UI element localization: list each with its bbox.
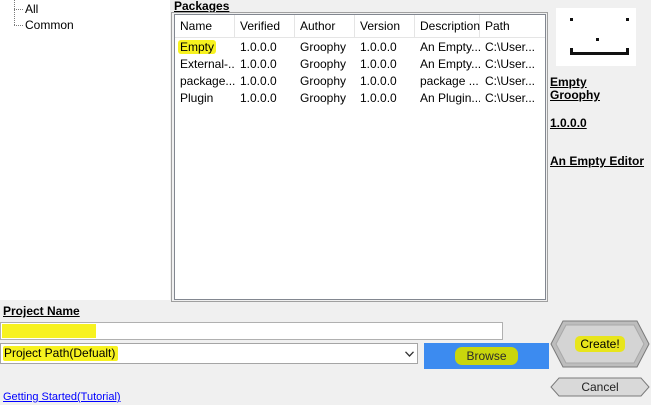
row-version: 1.0.0.0 (360, 57, 397, 71)
row-path: C:\User... (485, 57, 536, 71)
row-path: C:\User... (485, 91, 536, 105)
project-path-value: Project Path(Defualt) (3, 346, 119, 361)
tree-item-label: All (25, 2, 39, 16)
chevron-down-icon[interactable] (402, 344, 417, 363)
row-verified: 1.0.0.0 (240, 57, 277, 71)
cancel-label: Cancel (581, 380, 619, 394)
row-name: Empty (178, 40, 217, 54)
row-author: Groophy (300, 57, 347, 71)
category-tree[interactable]: All Common (0, 0, 170, 300)
create-button[interactable]: Create! (550, 320, 650, 368)
table-row[interactable]: External-... 1.0.0.0 Groophy 1.0.0.0 An … (175, 56, 545, 73)
row-author: Groophy (300, 91, 347, 105)
row-description: An Empty... (420, 40, 480, 54)
column-header-author[interactable]: Author (295, 15, 355, 37)
row-description: package ... (420, 74, 479, 88)
list-header: Name Verified Author Version Description… (175, 15, 545, 38)
package-preview-image (556, 8, 636, 66)
detail-package-version: 1.0.0.0 (550, 116, 587, 130)
row-name: Plugin (180, 91, 214, 105)
row-verified: 1.0.0.0 (240, 40, 277, 54)
row-name: package... (180, 74, 235, 88)
tree-item-common[interactable]: Common (12, 9, 74, 32)
table-row[interactable]: Plugin 1.0.0.0 Groophy 1.0.0.0 An Plugin… (175, 90, 545, 107)
row-path: C:\User... (485, 40, 536, 54)
browse-label: Browse (455, 347, 518, 365)
column-header-name[interactable]: Name (175, 15, 235, 37)
project-path-select[interactable]: Project Path(Defualt) (0, 343, 418, 364)
row-verified: 1.0.0.0 (240, 74, 277, 88)
column-header-path[interactable]: Path (480, 15, 545, 37)
input-highlight (2, 324, 96, 338)
row-version: 1.0.0.0 (360, 40, 397, 54)
browse-button[interactable]: Browse (424, 343, 549, 369)
column-header-description[interactable]: Description (415, 15, 480, 37)
detail-package-author: Groophy (550, 88, 600, 102)
getting-started-link[interactable]: Getting Started(Tutorial) (3, 391, 121, 403)
row-author: Groophy (300, 40, 347, 54)
detail-package-description: An Empty Editor (550, 154, 645, 168)
table-row[interactable]: Empty 1.0.0.0 Groophy 1.0.0.0 An Empty..… (175, 39, 545, 56)
column-header-version[interactable]: Version (355, 15, 415, 37)
tree-item-all[interactable]: All (12, 0, 39, 16)
row-description: An Plugin... (420, 91, 480, 105)
column-header-verified[interactable]: Verified (235, 15, 295, 37)
row-verified: 1.0.0.0 (240, 91, 277, 105)
row-version: 1.0.0.0 (360, 91, 397, 105)
project-name-label: Project Name (3, 304, 80, 318)
tree-item-label: Common (25, 18, 74, 32)
row-version: 1.0.0.0 (360, 74, 397, 88)
project-name-input[interactable] (0, 322, 503, 340)
tree-connector (12, 9, 24, 32)
row-description: An Empty... (420, 57, 480, 71)
table-row[interactable]: package... 1.0.0.0 Groophy 1.0.0.0 packa… (175, 73, 545, 90)
packages-list[interactable]: Name Verified Author Version Description… (174, 14, 546, 300)
row-name: External-... (180, 57, 235, 71)
create-label: Create! (575, 336, 625, 352)
cancel-button[interactable]: Cancel (550, 377, 650, 397)
row-author: Groophy (300, 74, 347, 88)
row-path: C:\User... (485, 74, 536, 88)
